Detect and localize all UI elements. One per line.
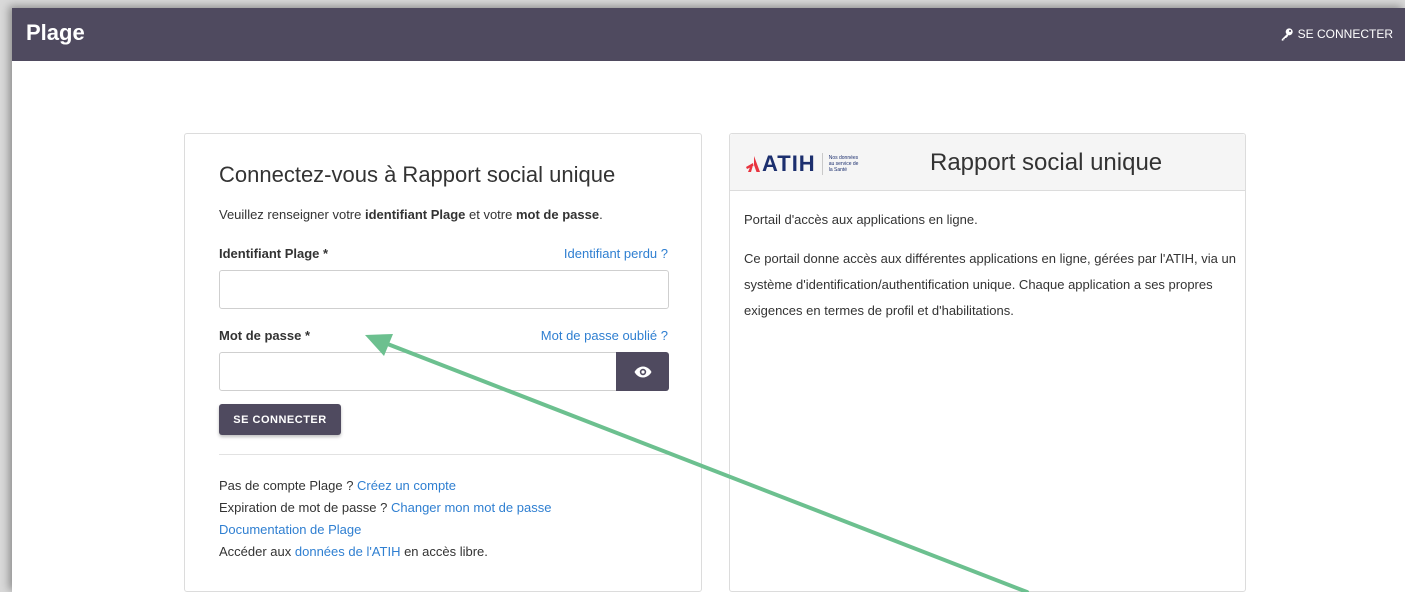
expiration-text: Expiration de mot de passe ? bbox=[219, 500, 391, 515]
access-prefix: Accéder aux bbox=[219, 544, 295, 559]
header-login-label: SE CONNECTER bbox=[1297, 27, 1393, 41]
open-data-link[interactable]: données de l'ATIH bbox=[295, 544, 401, 559]
logo-separator bbox=[821, 153, 823, 175]
login-submit-button[interactable]: SE CONNECTER bbox=[219, 404, 341, 435]
create-account-link[interactable]: Créez un compte bbox=[357, 478, 456, 493]
login-title: Connectez-vous à Rapport social unique bbox=[219, 162, 616, 187]
intro-mid: et votre bbox=[465, 207, 516, 222]
top-navbar: Plage SE CONNECTER bbox=[12, 8, 1405, 61]
atih-tagline: Nos données au service de la Santé bbox=[828, 155, 859, 173]
login-card: Connectez-vous à Rapport social unique V… bbox=[184, 133, 702, 592]
atih-logo: ATIH Nos données au service de la Santé bbox=[745, 151, 863, 177]
info-card-header: ATIH Nos données au service de la Santé … bbox=[730, 134, 1245, 191]
access-suffix: en accès libre. bbox=[400, 544, 488, 559]
atih-logo-text: ATIH bbox=[762, 151, 816, 176]
intro-identifier-bold: identifiant Plage bbox=[364, 207, 466, 222]
no-account-line: Pas de compte Plage ? Créez un compte bbox=[219, 478, 456, 493]
info-card: ATIH Nos données au service de la Santé … bbox=[729, 133, 1246, 592]
expiration-line: Expiration de mot de passe ? Changer mon… bbox=[219, 500, 551, 515]
password-toggle-button[interactable] bbox=[616, 352, 669, 391]
intro-suffix: . bbox=[599, 207, 603, 222]
header-login-link[interactable]: SE CONNECTER bbox=[1280, 27, 1393, 41]
info-paragraph-2: Ce portail donne accès aux différentes a… bbox=[744, 251, 1236, 318]
info-title: Rapport social unique bbox=[930, 149, 1163, 176]
documentation-line: Documentation de Plage bbox=[219, 522, 361, 537]
identifier-label: Identifiant Plage * bbox=[219, 246, 329, 261]
change-password-link[interactable]: Changer mon mot de passe bbox=[391, 500, 551, 515]
documentation-link[interactable]: Documentation de Plage bbox=[219, 522, 361, 537]
no-account-text: Pas de compte Plage ? bbox=[219, 478, 358, 493]
info-paragraph-1: Portail d'accès aux applications en lign… bbox=[744, 212, 978, 227]
brand-title[interactable]: Plage bbox=[26, 20, 85, 46]
eye-icon bbox=[634, 366, 651, 377]
identifier-input[interactable] bbox=[219, 270, 669, 309]
password-input[interactable] bbox=[219, 352, 617, 391]
browser-page: Plage SE CONNECTER Connectez-vous à Rapp… bbox=[12, 8, 1405, 592]
divider bbox=[219, 454, 669, 455]
key-icon bbox=[1281, 28, 1293, 41]
intro-password-bold: mot de passe bbox=[515, 207, 600, 222]
intro-prefix: Veuillez renseigner votre bbox=[219, 207, 365, 222]
password-lost-link[interactable]: Mot de passe oublié ? bbox=[541, 328, 668, 343]
identifier-lost-link[interactable]: Identifiant perdu ? bbox=[564, 246, 668, 261]
login-intro: Veuillez renseigner votre identifiant Pl… bbox=[219, 207, 603, 222]
atih-red-mark-icon bbox=[746, 156, 760, 172]
open-data-line: Accéder aux données de l'ATIH en accès l… bbox=[219, 544, 488, 559]
password-label: Mot de passe * bbox=[219, 328, 311, 343]
